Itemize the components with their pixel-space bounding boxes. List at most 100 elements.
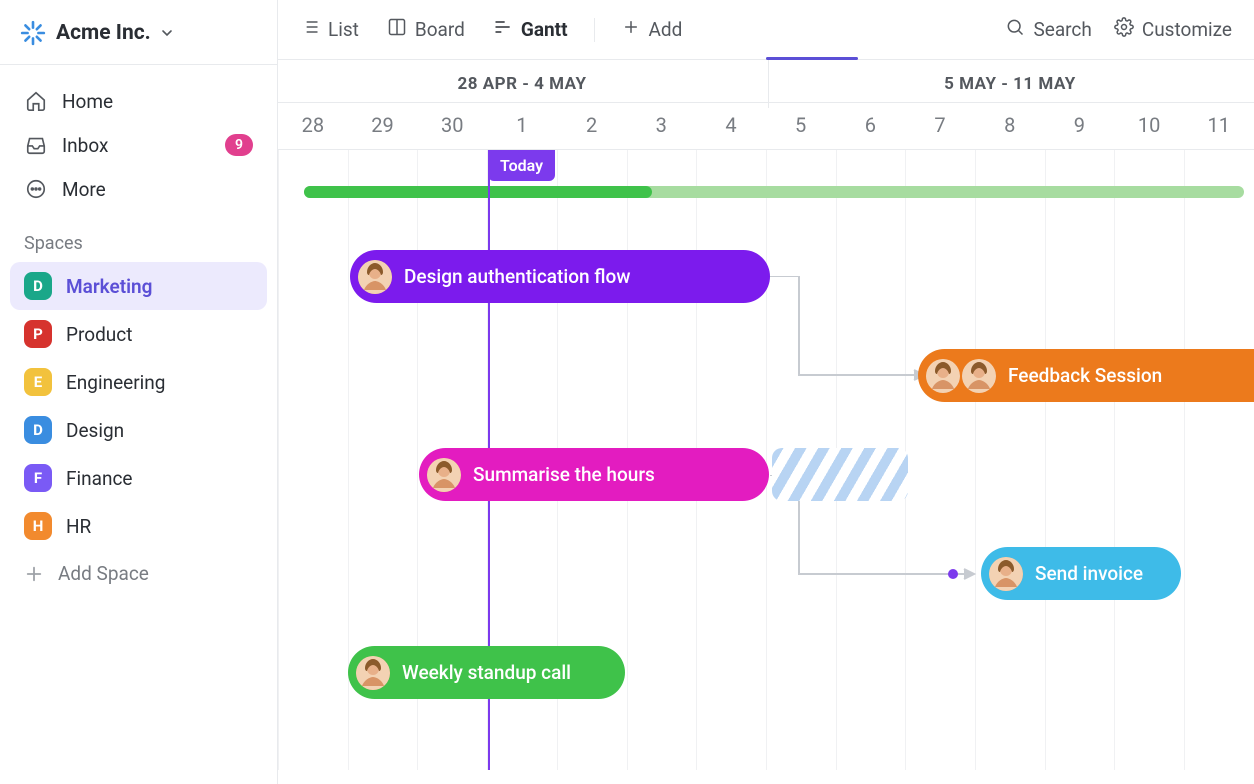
workspace-name: Acme Inc.: [56, 21, 151, 45]
week-separator: [768, 60, 769, 108]
day-cell: 1: [487, 103, 557, 149]
add-space-button[interactable]: Add Space: [0, 550, 277, 597]
nav-label: More: [62, 178, 106, 201]
avatar: [962, 359, 996, 393]
workspace-switcher[interactable]: Acme Inc.: [0, 10, 277, 65]
search-icon: [1005, 17, 1025, 42]
space-label: Marketing: [66, 275, 152, 298]
space-item-finance[interactable]: F Finance: [10, 454, 267, 502]
space-item-marketing[interactable]: DMarketing: [10, 262, 267, 310]
space-icon: D: [24, 416, 52, 444]
grid-line: [1114, 150, 1115, 770]
gantt-body[interactable]: Today Design authentication flow Feedback…: [278, 150, 1254, 770]
avatar: [989, 557, 1023, 591]
view-label: Board: [415, 18, 465, 41]
primary-nav: Home Inbox 9 More: [0, 65, 277, 221]
week-range-2: 5 MAY - 11 MAY: [766, 60, 1254, 102]
grid-line: [766, 150, 767, 770]
view-label: Gantt: [521, 18, 568, 41]
day-cell: 9: [1045, 103, 1115, 149]
week-header: 28 APR - 4 MAY 5 MAY - 11 MAY: [278, 60, 1254, 103]
avatar: [926, 359, 960, 393]
gear-icon: [1114, 17, 1134, 42]
view-tab-board[interactable]: Board: [385, 11, 467, 48]
task-label: Design authentication flow: [404, 265, 630, 288]
day-cell: 29: [348, 103, 418, 149]
nav-inbox[interactable]: Inbox 9: [10, 123, 267, 167]
task-bar[interactable]: Send invoice: [981, 547, 1181, 600]
day-cell: 11: [1184, 103, 1254, 149]
space-icon: P: [24, 320, 52, 348]
space-icon: F: [24, 464, 52, 492]
day-cell: 3: [626, 103, 696, 149]
space-item-engineering[interactable]: E Engineering: [10, 358, 267, 406]
avatar: [356, 656, 390, 690]
day-cell: 5: [766, 103, 836, 149]
task-label: Feedback Session: [1008, 364, 1162, 387]
space-item-hr[interactable]: H HR: [10, 502, 267, 550]
overall-progress: [304, 186, 1244, 198]
milestone-dot: [948, 569, 958, 579]
view-tab-gantt[interactable]: Gantt: [491, 11, 570, 48]
week-range-1: 28 APR - 4 MAY: [278, 60, 766, 102]
task-bar[interactable]: Design authentication flow: [350, 250, 770, 303]
today-flag: Today: [488, 150, 555, 181]
inbox-icon: [24, 133, 48, 157]
grid-line: [1184, 150, 1185, 770]
add-view-label: Add: [649, 18, 683, 41]
day-cell: 28: [278, 103, 348, 149]
app-logo-icon: [20, 20, 46, 46]
space-label: Design: [66, 419, 124, 442]
view-label: List: [328, 18, 359, 41]
days-row: 2829301234567891011: [278, 103, 1254, 150]
view-toolbar: List Board Gantt Add Search: [278, 0, 1254, 60]
spaces-list: DMarketing P Product E Engineering D Design F Fi…: [0, 262, 277, 550]
board-icon: [387, 17, 407, 42]
spaces-header: Spaces: [0, 221, 277, 262]
space-item-design[interactable]: D Design: [10, 406, 267, 454]
customize-button[interactable]: Customize: [1112, 11, 1234, 48]
home-icon: [24, 89, 48, 113]
add-space-label: Add Space: [58, 562, 149, 585]
nav-home[interactable]: Home: [10, 79, 267, 123]
day-cell: 10: [1114, 103, 1184, 149]
search-label: Search: [1033, 18, 1091, 41]
dependency-arrow: [770, 276, 940, 386]
divider: [594, 18, 595, 42]
space-icon: H: [24, 512, 52, 540]
space-item-product[interactable]: P Product: [10, 310, 267, 358]
task-bar[interactable]: Feedback Session: [918, 349, 1254, 402]
space-label: HR: [66, 515, 91, 538]
main-content: List Board Gantt Add Search: [278, 0, 1254, 784]
space-label: Engineering: [66, 371, 165, 394]
list-icon: [300, 17, 320, 42]
space-label: Product: [66, 323, 132, 346]
plus-icon: [621, 17, 641, 42]
space-icon: E: [24, 368, 52, 396]
task-bar[interactable]: Weekly standup call: [348, 646, 625, 699]
task-label: Weekly standup call: [402, 661, 571, 684]
nav-label: Home: [62, 90, 113, 113]
gantt-view: 28 APR - 4 MAY 5 MAY - 11 MAY 2829301234…: [278, 60, 1254, 784]
gantt-icon: [493, 17, 513, 42]
day-cell: 2: [557, 103, 627, 149]
space-label: Finance: [66, 467, 132, 490]
sidebar: Acme Inc. Home Inbox 9: [0, 0, 278, 784]
day-cell: 30: [417, 103, 487, 149]
task-label: Send invoice: [1035, 562, 1143, 585]
plus-icon: [24, 564, 44, 584]
add-view-button[interactable]: Add: [619, 11, 685, 48]
nav-label: Inbox: [62, 134, 108, 157]
task-label: Summarise the hours: [473, 463, 655, 486]
day-cell: 7: [905, 103, 975, 149]
task-bar[interactable]: Summarise the hours: [419, 448, 769, 501]
avatar: [358, 260, 392, 294]
grid-line: [975, 150, 976, 770]
view-tab-list[interactable]: List: [298, 11, 361, 48]
task-buffer: [772, 448, 908, 501]
nav-more[interactable]: More: [10, 167, 267, 211]
grid-line: [278, 150, 279, 770]
customize-label: Customize: [1142, 18, 1232, 41]
search-button[interactable]: Search: [1003, 11, 1093, 48]
grid-line: [1045, 150, 1046, 770]
